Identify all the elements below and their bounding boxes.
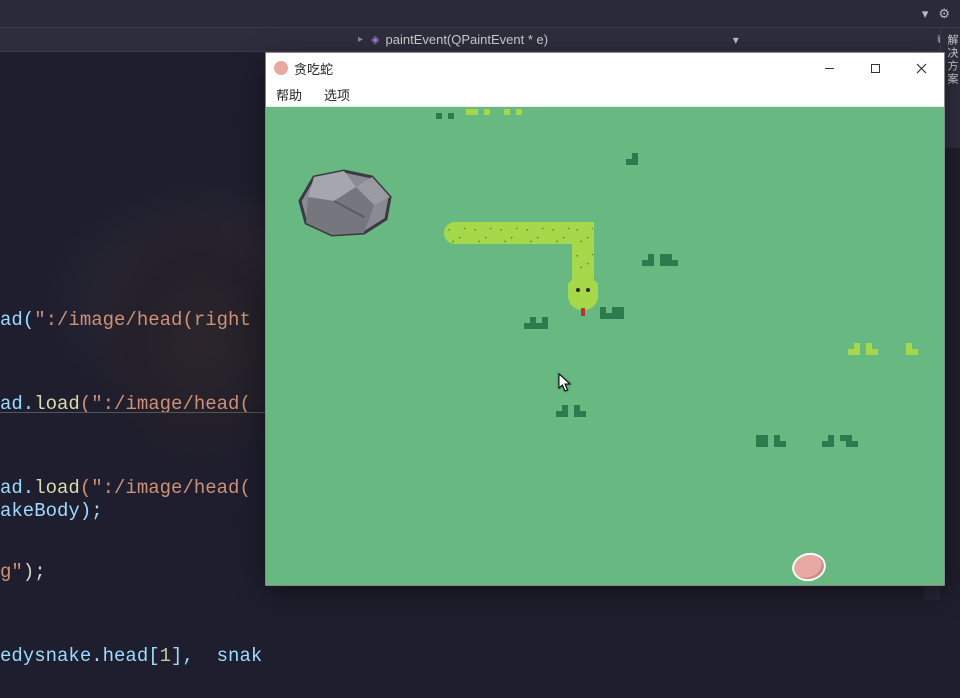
gear-icon[interactable]: ⚙ [938,6,950,22]
grass-light-icon [848,343,884,355]
game-window-titlebar[interactable]: 贪吃蛇 [266,53,944,83]
grass-dark-icon [600,307,636,319]
grass-dark-icon [822,435,858,447]
ide-top-toolbar: ▾ ⚙ [0,0,960,28]
breadcrumb-function[interactable]: paintEvent(QPaintEvent * e) [386,32,549,47]
grass-dark-icon [626,153,662,165]
food-icon [792,552,826,582]
maximize-button[interactable] [852,53,898,83]
game-canvas[interactable] [266,107,944,585]
chevron-right-icon: ▸ [358,34,363,45]
code-editor-content-2: akeBody); [0,500,103,522]
ide-breadcrumb: ▸ ◈ paintEvent(QPaintEvent * e) ▾ ⧉ [0,28,960,52]
grass-dark-icon [642,254,678,266]
close-button[interactable] [898,53,944,83]
dropdown-icon[interactable]: ▾ [733,33,739,47]
method-icon: ◈ [371,33,379,46]
grass-light-icon [906,343,942,355]
menu-options[interactable]: 选项 [320,83,354,106]
menu-help[interactable]: 帮助 [272,83,306,106]
code-editor-content: ad(":/image/head(right ad.load(":/image/… [0,250,262,698]
game-menubar: 帮助 选项 [266,83,944,107]
game-window: 贪吃蛇 帮助 选项 [265,52,945,586]
window-title: 贪吃蛇 [294,59,333,78]
code-region-divider [0,412,265,413]
snake-sprite [444,222,614,302]
grass-dark-icon [556,405,592,417]
pin-icon[interactable]: ▾ [922,6,929,22]
rock-icon [294,167,398,239]
grass-light-icon [504,109,540,115]
grass-light-icon [466,109,502,115]
snake-head-icon [568,280,598,310]
mouse-cursor-icon [558,373,572,393]
minimize-button[interactable] [806,53,852,83]
grass-dark-icon [756,435,792,447]
app-icon [274,61,288,75]
grass-dark-icon [524,317,560,329]
